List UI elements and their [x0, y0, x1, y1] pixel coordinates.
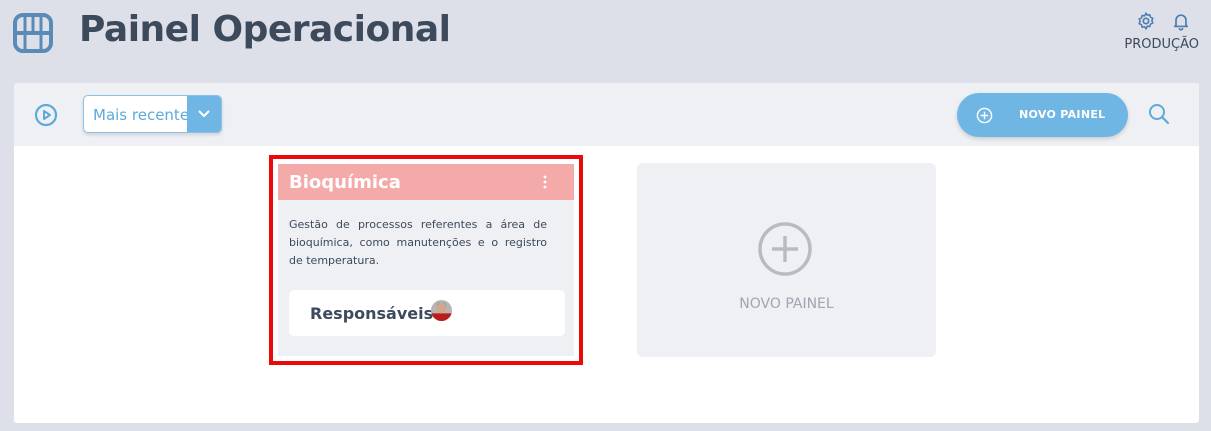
- board-card-description: Gestão de processos referentes a área de…: [289, 218, 547, 267]
- board-card-body: Bioquímica Gestão de processos referente…: [278, 164, 574, 356]
- new-panel-button[interactable]: NOVO PAINEL: [957, 93, 1128, 137]
- chevron-down-icon: [198, 110, 210, 117]
- new-board-label: NOVO PAINEL: [739, 296, 834, 312]
- responsibles-label: Responsáveis: [310, 304, 434, 323]
- kebab-menu-icon[interactable]: [542, 174, 548, 190]
- plus-circle-icon: [976, 107, 993, 124]
- play-circle-icon: [34, 103, 58, 127]
- environment-label: PRODUÇÃO: [1124, 37, 1199, 52]
- sort-caret[interactable]: [187, 96, 221, 132]
- gear-icon[interactable]: [1136, 11, 1156, 31]
- board-card-title: Bioquímica: [289, 172, 401, 193]
- board-card-header: Bioquímica: [278, 164, 574, 200]
- responsibles-box[interactable]: Responsáveis: [289, 290, 565, 336]
- board-card-bioquimica[interactable]: Bioquímica Gestão de processos referente…: [269, 155, 583, 365]
- new-panel-button-label: NOVO PAINEL: [1019, 108, 1106, 121]
- toolbar: Mais recentes NOVO PAINEL: [14, 83, 1199, 146]
- film-grid-icon: [13, 13, 53, 53]
- plus-circle-icon: [758, 222, 812, 276]
- search-icon: [1149, 104, 1170, 125]
- page-title: Painel Operacional: [79, 9, 451, 50]
- sort-selected-value: Mais recentes: [93, 106, 197, 124]
- app-logo[interactable]: [13, 13, 53, 53]
- sort-select[interactable]: Mais recentes: [83, 95, 222, 133]
- play-button[interactable]: [34, 103, 58, 127]
- main-panel: Mais recentes NOVO PAINEL Bioquímica Ges…: [14, 83, 1199, 423]
- new-board-card[interactable]: NOVO PAINEL: [637, 163, 936, 357]
- search-button[interactable]: [1147, 102, 1171, 126]
- bell-icon[interactable]: [1171, 11, 1191, 31]
- header-actions: PRODUÇÃO: [1124, 11, 1199, 55]
- avatar[interactable]: [431, 300, 452, 321]
